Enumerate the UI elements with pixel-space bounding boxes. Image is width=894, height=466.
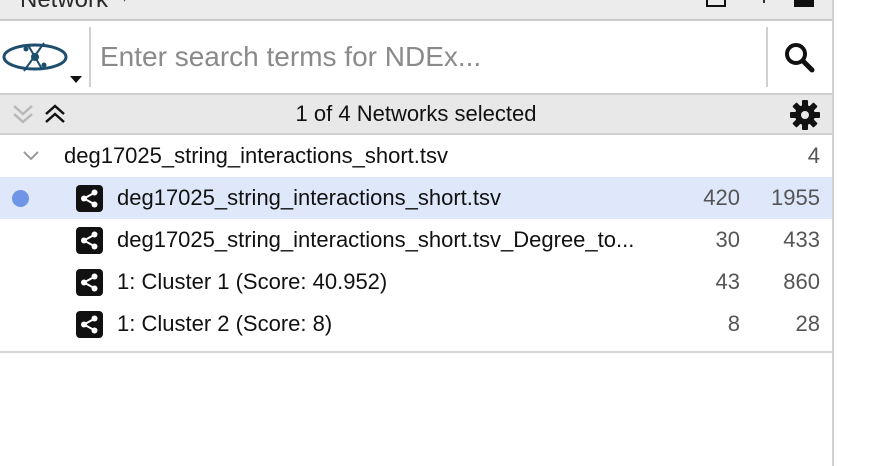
selection-status: 1 of 4 Networks selected (295, 101, 537, 126)
collection-name: deg17025_string_interactions_short.tsv (64, 143, 449, 168)
network-list-header: 1 of 4 Networks selected (0, 93, 832, 135)
network-edge-count: 28 (795, 311, 820, 336)
network-node-count: 43 (715, 269, 740, 294)
network-node-count: 8 (727, 311, 740, 336)
network-row[interactable]: 1: Cluster 1 (Score: 40.952) 43 860 (0, 261, 832, 303)
panel-title: Network (20, 0, 108, 14)
ndex-search-input[interactable] (96, 37, 764, 77)
tree-bottom-border (0, 351, 832, 353)
search-divider (89, 27, 91, 87)
network-edge-count: 1955 (771, 185, 820, 210)
search-button[interactable] (770, 35, 828, 79)
logo-dropdown-icon[interactable] (70, 76, 82, 83)
network-edge-count: 433 (783, 227, 820, 252)
chevron-down-icon[interactable] (20, 147, 42, 165)
network-row[interactable]: deg17025_string_interactions_short.tsv 4… (0, 177, 832, 219)
network-tree: deg17025_string_interactions_short.tsv 4… (0, 135, 832, 345)
network-panel: Network ▾ + (0, 0, 834, 466)
network-row[interactable]: 1: Cluster 2 (Score: 8) 8 28 (0, 303, 832, 345)
share-icon (76, 227, 103, 254)
network-node-count: 420 (703, 185, 740, 210)
share-icon (76, 269, 103, 296)
network-name: deg17025_string_interactions_short.tsv_D… (117, 227, 635, 252)
search-divider (766, 27, 768, 87)
network-node-count: 30 (715, 227, 740, 252)
panel-title-bar: Network ▾ + (0, 0, 832, 21)
share-icon (76, 185, 103, 212)
share-icon (76, 311, 103, 338)
gear-icon[interactable] (788, 99, 822, 131)
panel-title-caret-icon[interactable]: ▾ (120, 0, 129, 7)
ndex-logo-icon[interactable] (2, 37, 72, 77)
collection-count: 4 (807, 143, 820, 168)
search-icon (785, 43, 815, 73)
ndex-search-bar (0, 21, 832, 93)
collection-row[interactable]: deg17025_string_interactions_short.tsv 4 (0, 135, 832, 177)
network-name: deg17025_string_interactions_short.tsv (117, 185, 502, 210)
network-edge-count: 860 (783, 269, 820, 294)
add-icon[interactable]: + (757, 0, 771, 12)
current-network-dot (12, 190, 29, 207)
minimize-window-icon[interactable] (794, 0, 814, 7)
network-name: 1: Cluster 1 (Score: 40.952) (117, 269, 388, 294)
network-name: 1: Cluster 2 (Score: 8) (117, 311, 333, 336)
network-row[interactable]: deg17025_string_interactions_short.tsv_D… (0, 219, 832, 261)
float-window-icon[interactable] (706, 0, 726, 7)
